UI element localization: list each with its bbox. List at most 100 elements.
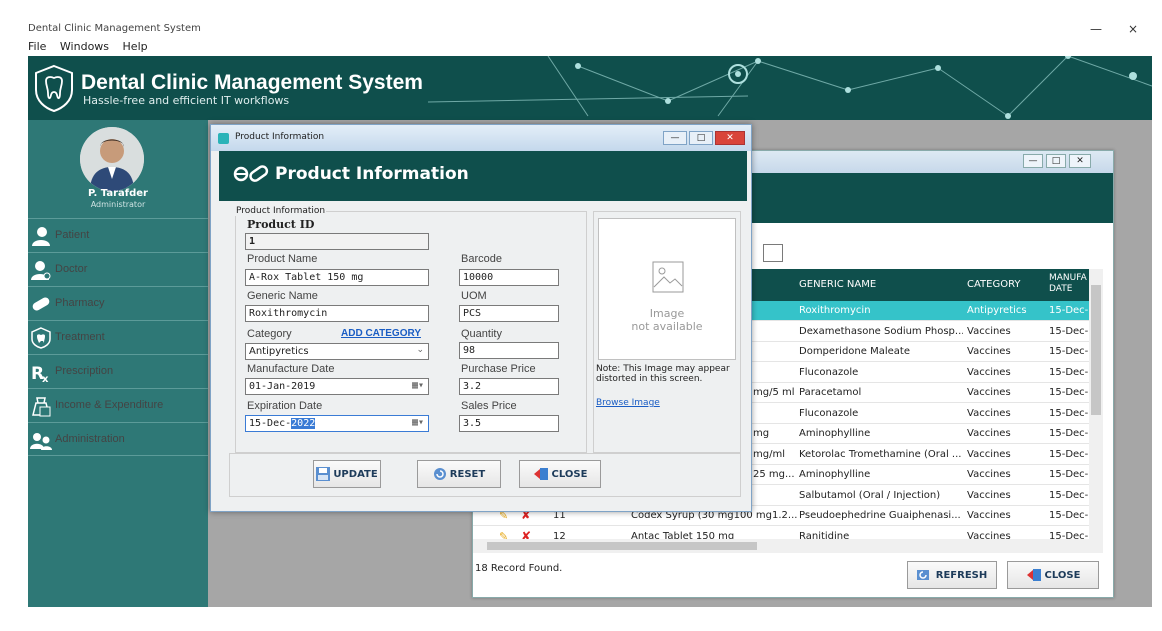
update-button[interactable]: UPDATE	[313, 460, 381, 488]
dialog-close-button[interactable]: ✕	[715, 131, 745, 145]
product-name-label: Product Name	[247, 253, 318, 265]
cell-generic-name: Domperidone Maleate	[799, 346, 910, 357]
cell-generic-name: Fluconazole	[799, 407, 859, 419]
tooth-logo-icon	[35, 64, 73, 112]
refresh-icon	[916, 570, 929, 580]
uom-label: UOM	[461, 290, 487, 302]
product-image[interactable]: Image not available	[598, 218, 736, 360]
expiration-date-label: Expiration Date	[247, 400, 323, 412]
category-value: Antipyretics	[249, 346, 309, 357]
sidebar-label: Administration	[55, 433, 125, 445]
image-note: Note: This Image may appear distorted in…	[596, 364, 730, 384]
category-select[interactable]: Antipyretics ⌄	[245, 343, 429, 360]
vertical-scrollbar[interactable]	[1089, 269, 1103, 539]
expiration-date-selected: 2022	[291, 418, 316, 429]
barcode-input[interactable]: 10000	[459, 269, 559, 286]
app-window-icon	[218, 133, 229, 144]
close-dialog-button[interactable]: CLOSE	[519, 460, 601, 488]
cell-generic-name: Pseudoephedrine Guaiphenasi...	[799, 510, 961, 521]
reset-label: RESET	[449, 468, 486, 480]
purchase-price-label: Purchase Price	[461, 363, 536, 375]
reset-icon	[433, 468, 446, 480]
minimize-button[interactable]: —	[1090, 22, 1102, 36]
cell-manufacture-date: 15-Dec-	[1049, 489, 1089, 501]
dialog-maximize-button[interactable]: □	[689, 131, 713, 145]
cell-manufacture-date: 15-Dec-	[1049, 305, 1089, 316]
save-icon	[316, 467, 331, 481]
money-icon	[32, 397, 51, 417]
cell-product-name: mg/5 ml	[753, 387, 795, 398]
quantity-label: Quantity	[461, 328, 502, 340]
sidebar-item-administration[interactable]: Administration	[28, 422, 208, 456]
cell-manufacture-date: 15-Dec-	[1049, 448, 1089, 460]
cell-category: Antipyretics	[967, 305, 1027, 316]
chevron-down-icon: ⌄	[416, 345, 424, 355]
cell-product-name: mg/ml	[753, 448, 785, 460]
close-app-button[interactable]: ×	[1128, 22, 1138, 36]
cell-category: Vaccines	[967, 448, 1011, 460]
add-category-link[interactable]: ADD CATEGORY	[341, 328, 421, 339]
sidebar-item-treatment[interactable]: Treatment	[28, 320, 208, 354]
close-list-button[interactable]: CLOSE	[1007, 561, 1099, 589]
search-input[interactable]	[763, 244, 783, 262]
reset-button[interactable]: RESET	[417, 460, 501, 488]
manufacture-date-picker[interactable]: 01-Jan-2019 ▦▾	[245, 378, 429, 395]
quantity-input[interactable]: 98	[459, 342, 559, 359]
svg-text:x: x	[42, 374, 49, 383]
image-placeholder-icon	[652, 261, 684, 293]
generic-name-input[interactable]: Roxithromycin	[245, 305, 429, 322]
cell-category: Vaccines	[967, 366, 1011, 378]
image-placeholder-line2: not available	[631, 320, 703, 333]
cell-generic-name: Ketorolac Tromethamine (Oral ...	[799, 448, 962, 460]
menu-file[interactable]: File	[28, 40, 46, 53]
update-label: UPDATE	[333, 468, 378, 480]
cell-product-name: 25 mg...	[753, 469, 795, 480]
refresh-button[interactable]: REFRESH	[907, 561, 997, 589]
close-dialog-label: CLOSE	[551, 468, 588, 480]
browse-image-link[interactable]: Browse Image	[596, 398, 660, 408]
manufacture-date-label: Manufacture Date	[247, 363, 335, 375]
cell-manufacture-date: 15-Dec-	[1049, 366, 1089, 378]
menu-windows[interactable]: Windows	[60, 40, 109, 53]
cell-manufacture-date: 15-Dec-	[1049, 407, 1089, 419]
cell-category: Vaccines	[967, 387, 1011, 398]
sidebar-item-income-expenditure[interactable]: Income & Expenditure	[28, 388, 208, 422]
product-name-input[interactable]: A-Rox Tablet 150 mg	[245, 269, 429, 286]
horizontal-scroll-thumb[interactable]	[487, 542, 757, 550]
horizontal-scrollbar[interactable]	[473, 539, 1103, 553]
profile-name: P. Tarafder	[88, 188, 148, 199]
cell-generic-name: Aminophylline	[799, 469, 871, 480]
cell-generic-name: Dexamethasone Sodium Phosp...	[799, 325, 963, 337]
list-maximize-button[interactable]: □	[1046, 154, 1066, 168]
menu-help[interactable]: Help	[123, 40, 148, 53]
vertical-scroll-thumb[interactable]	[1091, 285, 1101, 415]
purchase-price-input[interactable]: 3.2	[459, 378, 559, 395]
product-info-dialog: Product Information — □ ✕ Product Inform…	[210, 124, 752, 512]
uom-input[interactable]: PCS	[459, 305, 559, 322]
list-minimize-button[interactable]: —	[1023, 154, 1043, 168]
pills-icon	[233, 165, 269, 182]
calendar-icon[interactable]: ▦▾	[412, 380, 424, 391]
sales-price-input[interactable]: 3.5	[459, 415, 559, 432]
cell-generic-name: Aminophylline	[799, 428, 871, 439]
col-category[interactable]: CATEGORY	[967, 279, 1021, 290]
sidebar-item-doctor[interactable]: Doctor	[28, 252, 208, 286]
cell-manufacture-date: 15-Dec-	[1049, 346, 1089, 357]
expiration-date-picker[interactable]: 15-Dec-2022 ▦▾	[245, 415, 429, 432]
sidebar-item-patient[interactable]: Patient	[28, 218, 208, 252]
expiration-date-prefix: 15-Dec-	[249, 418, 292, 429]
col-generic-name[interactable]: GENERIC NAME	[799, 279, 876, 290]
patient-icon	[32, 227, 50, 246]
col-manufacture-date[interactable]: MANUFA DATE	[1049, 273, 1087, 295]
cell-category: Vaccines	[967, 510, 1011, 521]
calendar-icon[interactable]: ▦▾	[412, 417, 424, 428]
list-close-button[interactable]: ✕	[1069, 154, 1091, 168]
dialog-minimize-button[interactable]: —	[663, 131, 687, 145]
cell-generic-name: Salbutamol (Oral / Injection)	[799, 489, 941, 501]
cell-generic-name: Roxithromycin	[799, 305, 871, 316]
barcode-label: Barcode	[461, 253, 502, 265]
sidebar-item-pharmacy[interactable]: Pharmacy	[28, 286, 208, 320]
product-id-field[interactable]: 1	[245, 233, 429, 250]
cell-manufacture-date: 15-Dec-	[1049, 469, 1089, 480]
sidebar-item-prescription[interactable]: Rx Prescription	[28, 354, 208, 388]
